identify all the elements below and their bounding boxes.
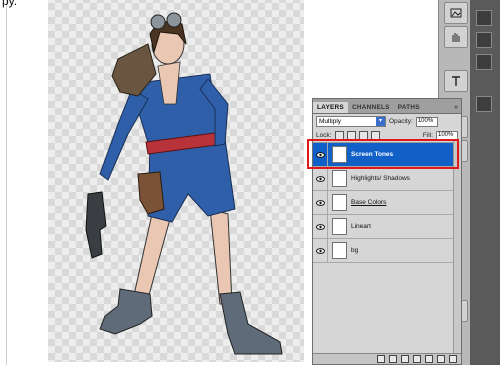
corner-text: py. [2, 0, 18, 8]
dock-icon[interactable] [476, 10, 492, 26]
layer-row-bg[interactable]: bg [313, 239, 461, 263]
panel-bottom-bar [313, 353, 461, 364]
layers-scrollbar[interactable] [453, 141, 461, 354]
dock-icon[interactable] [476, 96, 492, 112]
hand-icon[interactable] [444, 26, 468, 48]
layer-thumbnail [332, 242, 347, 259]
layer-row-highlights-shadows[interactable]: Highlights/ Shadows [313, 167, 461, 191]
adjustment-icon[interactable] [413, 355, 421, 363]
layer-name: Lineart [351, 223, 371, 230]
goggle-left [150, 14, 166, 30]
group-icon[interactable] [425, 355, 433, 363]
goggle-right [166, 12, 182, 28]
left-boot [99, 288, 153, 335]
holster [137, 171, 165, 215]
lock-label: Lock: [316, 132, 332, 139]
mask-icon[interactable] [401, 355, 409, 363]
right-boot [219, 291, 283, 355]
trash-icon[interactable] [449, 355, 457, 363]
image-icon[interactable] [444, 2, 468, 24]
chevron-down-icon: ▾ [376, 117, 385, 126]
gun [85, 191, 107, 259]
layer-style-icon[interactable] [389, 355, 397, 363]
opacity-field[interactable]: 100% [415, 116, 438, 127]
link-layers-icon[interactable] [377, 355, 385, 363]
fill-label: Fill: [422, 132, 433, 139]
new-layer-icon[interactable] [437, 355, 445, 363]
pinup-illustration [85, 12, 283, 355]
dock-icon[interactable] [476, 54, 492, 70]
tab-layers[interactable]: LAYERS [313, 102, 348, 113]
blend-row: Multiply ▾ Opacity: 100% [313, 114, 461, 129]
layer-thumbnail [332, 218, 347, 235]
panel-dock [470, 0, 500, 365]
layer-name: bg [351, 247, 359, 254]
text-icon[interactable] [444, 70, 468, 92]
layer-row-lineart[interactable]: Lineart [313, 215, 461, 239]
selection-highlight-box [307, 139, 459, 169]
layer-thumbnail [332, 194, 347, 211]
back-leg [209, 208, 233, 305]
panel-menu-button[interactable]: » [451, 104, 461, 113]
left-arm [99, 88, 149, 181]
tab-channels[interactable]: CHANNELS [348, 102, 394, 113]
layer-name: Highlights/ Shadows [351, 175, 410, 182]
tab-paths[interactable]: PATHS [394, 102, 424, 113]
panel-tabs: LAYERS CHANNELS PATHS » [313, 99, 461, 114]
window-edge [0, 0, 7, 365]
blend-mode-select[interactable]: Multiply ▾ [316, 116, 386, 127]
eye-icon[interactable] [313, 239, 328, 262]
layer-thumbnail [332, 170, 347, 187]
opacity-label: Opacity: [389, 118, 413, 125]
eye-icon[interactable] [313, 215, 328, 238]
eye-icon[interactable] [313, 167, 328, 190]
dock-icon[interactable] [476, 32, 492, 48]
eye-icon[interactable] [313, 191, 328, 214]
layer-name: Base Colors [351, 199, 387, 206]
layer-row-base-colors[interactable]: Base Colors [313, 191, 461, 215]
blend-mode-value: Multiply [319, 118, 342, 125]
